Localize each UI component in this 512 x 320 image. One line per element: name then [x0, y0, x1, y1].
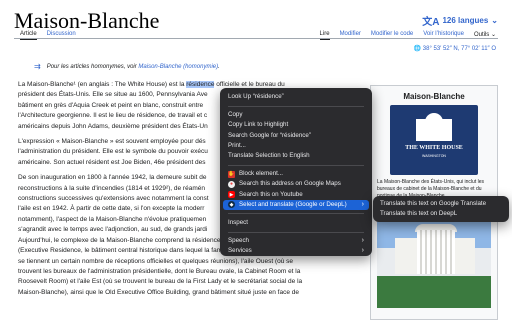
namespace-tabs: Article Discussion — [20, 31, 76, 40]
infobox-title: Maison-Blanche — [403, 92, 465, 101]
tab-edit[interactable]: Modifier — [340, 31, 361, 40]
deepl-icon: ◆ — [228, 201, 235, 209]
white-house-seal-image[interactable]: THE WHITE HOUSE WASHINGTON — [390, 105, 478, 175]
disambiguation-icon: ⇉ — [34, 62, 41, 71]
menu-search-maps[interactable]: ● Search this address on Google Maps — [220, 179, 372, 189]
menu-copy[interactable]: Copy — [220, 110, 372, 120]
menu-services[interactable]: Services › — [220, 246, 372, 256]
menu-print[interactable]: Print... — [220, 141, 372, 151]
white-house-photo[interactable] — [377, 208, 491, 308]
view-tabs: Lire Modifier Modifier le code Voir l’hi… — [319, 31, 496, 40]
google-maps-icon: ● — [228, 180, 235, 188]
youtube-icon: ▶ — [228, 191, 235, 199]
hatnote: ⇉ Pour les articles homonymes, voir Mais… — [34, 62, 220, 71]
languages-label: 126 langues — [442, 16, 489, 25]
menu-copy-link-highlight[interactable]: Copy Link to Highlight — [220, 120, 372, 130]
adblock-icon: ✋ — [228, 170, 235, 178]
menu-search-google[interactable]: Search Google for “résidence” — [220, 131, 372, 141]
tab-article[interactable]: Article — [20, 31, 37, 40]
menu-separator — [228, 105, 364, 107]
tools-menu[interactable]: Outils ⌄ — [474, 31, 496, 40]
globe-icon: 🌐 — [413, 46, 422, 52]
tab-discussion[interactable]: Discussion — [47, 31, 76, 40]
disambiguation-link[interactable]: Maison-Blanche (homonymie) — [138, 64, 218, 70]
menu-translate-selection[interactable]: Translate Selection to English — [220, 151, 372, 161]
menu-separator — [228, 164, 364, 166]
chevron-right-icon: › — [361, 247, 364, 255]
chevron-right-icon: › — [361, 200, 364, 208]
menu-inspect[interactable]: Inspect — [220, 218, 372, 228]
coordinates[interactable]: 🌐 38° 53′ 52″ N, 77° 02′ 11″ O — [414, 45, 496, 52]
submenu-deepl[interactable]: Translate this text on DeepL — [373, 209, 509, 219]
chevron-down-icon: ⌄ — [491, 16, 498, 25]
menu-search-youtube[interactable]: ▶ Search this on Youtube — [220, 190, 372, 200]
menu-separator — [228, 213, 364, 215]
submenu-google-translate[interactable]: Translate this text on Google Translate — [373, 199, 509, 209]
context-menu: Look Up “résidence” Copy Copy Link to Hi… — [220, 88, 372, 256]
translate-submenu: Translate this text on Google Translate … — [373, 196, 509, 222]
translate-icon: 文A — [422, 17, 440, 28]
menu-separator — [228, 231, 364, 233]
chevron-right-icon: › — [361, 237, 364, 245]
tab-read[interactable]: Lire — [319, 31, 330, 40]
tab-edit-source[interactable]: Modifier le code — [371, 31, 413, 40]
tab-history[interactable]: Voir l’historique — [423, 31, 464, 40]
menu-speech[interactable]: Speech › — [220, 236, 372, 246]
menu-select-translate[interactable]: ◆ Select and translate (Google or DeepL)… — [223, 199, 369, 210]
languages-button[interactable]: 文A 126 langues ⌄ — [422, 13, 498, 28]
menu-block-element[interactable]: ✋ Block element... — [220, 169, 372, 179]
menu-look-up[interactable]: Look Up “résidence” — [220, 92, 372, 102]
selected-text[interactable]: résidence — [186, 81, 215, 88]
